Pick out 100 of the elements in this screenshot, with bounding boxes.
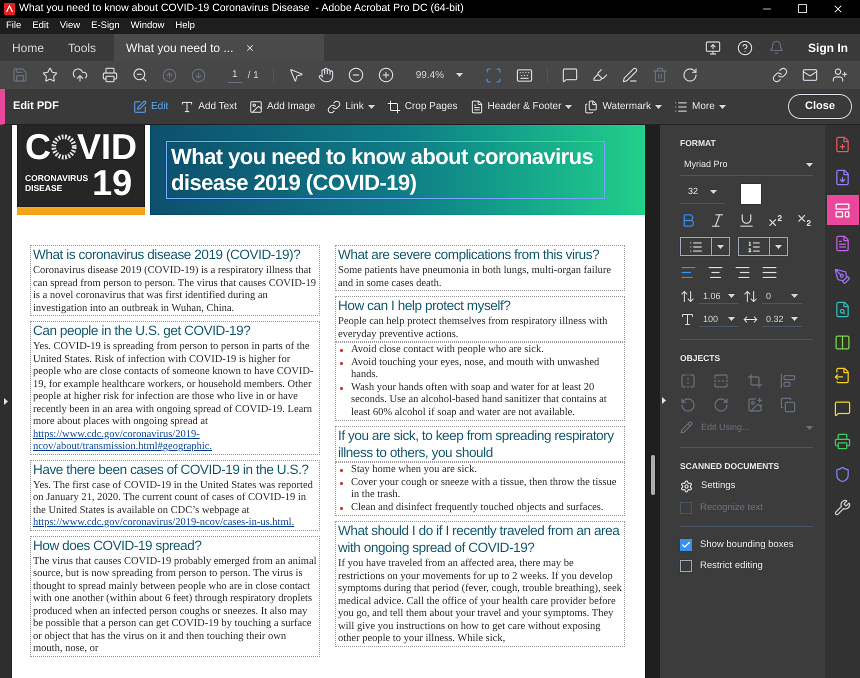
bullet-icon [340, 482, 343, 484]
logo-letter: C [25, 129, 51, 165]
link[interactable]: https://www.cdc.gov/coronavirus/2019-ncov/about/transmission.html#geographic. [33, 428, 317, 454]
spacing-dropdown[interactable]: 1.06 [699, 290, 739, 304]
section-title: OBJECTS [680, 352, 722, 365]
bullet-text: Avoid touching your eyes, nose, and mouth with unwashed hands. [351, 356, 600, 382]
bullet-text: Clean and disinfect frequently touched objects and surfaces. [351, 502, 604, 514]
bullet-icon [340, 386, 343, 390]
scrollbar[interactable] [645, 125, 660, 678]
logo-letters: VID [76, 129, 137, 165]
tab[interactable]: Tools [56, 34, 108, 61]
spacing-dropdown[interactable]: 100 [699, 312, 739, 327]
caret-icon [728, 294, 735, 298]
printer-icon [834, 432, 851, 450]
edit-tool-button[interactable]: Add Image [248, 99, 316, 114]
bullet-text: Stay home when you are sick. [351, 464, 477, 476]
edit-tool-button[interactable]: Edit [133, 99, 168, 114]
expand-arrow-icon[interactable] [4, 398, 8, 405]
spacing-dropdown[interactable]: 0.32 [762, 312, 802, 327]
caret-icon [791, 317, 798, 322]
menu-item[interactable]: Help [175, 18, 195, 34]
edit-tool-button[interactable]: Watermark [584, 99, 662, 114]
link[interactable]: https://www.cdc.gov/coronavirus/2019-ncov/cases-in-us.html. [33, 517, 317, 530]
menu-item[interactable]: Window [130, 18, 164, 34]
font-dropdown[interactable]: Myriad Pro [680, 158, 813, 176]
font-size-dropdown[interactable]: 32 [680, 185, 726, 204]
help-icon[interactable] [737, 40, 753, 56]
paragraph-spacing-icon [743, 289, 758, 304]
bullet-text: Avoid close contact with people who are sick. [351, 344, 544, 356]
hand-icon[interactable] [318, 67, 334, 83]
section-heading: How can I help protect myself? [338, 297, 512, 314]
zoom-plus-icon[interactable] [378, 67, 394, 83]
rotate-icon[interactable] [682, 67, 698, 83]
caret-icon [806, 426, 813, 430]
edit-tool-button[interactable]: Crop Pages [386, 99, 458, 114]
paragraph: Yes. The first case of COVID-19 in the United States was reported on January 21, 2020. The current count of cases of COVID-19 in the United States is available on CDC’s webpage at [33, 480, 314, 517]
keyboard-icon[interactable] [516, 66, 534, 84]
document-title[interactable]: What you need to know about coronavirus disease 2019 (COVID-19) [166, 141, 605, 199]
paragraph: If you have traveled from an affected area, there may be restrictions on your movements for up to 2 weeks. If you develop symptoms during that period (fever, cough, trouble breathing), seek medical advice. Call the office of your health care provider before you go, and tell them about your travel and your symptoms. They will give you instructions on how to get care without exposing other people to your illness. While sick, [338, 558, 622, 646]
menu-item[interactable]: E-Sign [91, 18, 120, 34]
pencil-icon [680, 421, 693, 434]
underline-icon[interactable] [738, 212, 755, 230]
sign-in-button[interactable]: Sign In [808, 38, 848, 56]
share-screen-icon[interactable] [705, 40, 721, 56]
mail-icon[interactable] [802, 67, 818, 83]
comment-icon[interactable] [562, 67, 578, 83]
app-icon [4, 3, 15, 15]
collapse-arrow-icon[interactable] [662, 397, 666, 404]
paragraph: People can help protect themselves from respiratory illness with everyday preventive actions. [338, 316, 608, 341]
star-icon[interactable] [42, 67, 58, 83]
logo-caption: CORONAVIRUS [25, 173, 88, 183]
file-plus-icon [834, 136, 851, 152]
list-dropdown[interactable] [680, 237, 730, 256]
print-icon[interactable] [102, 67, 118, 83]
page-number[interactable]: 1 [228, 67, 242, 83]
close-button[interactable]: Close [788, 94, 852, 119]
zoom-out-icon[interactable] [132, 67, 148, 83]
close-icon[interactable] [832, 3, 844, 15]
tab[interactable]: Home [0, 34, 56, 61]
caret-icon [717, 244, 724, 249]
scroll-thumb[interactable] [650, 455, 654, 495]
zoom-minus-icon[interactable] [348, 67, 364, 83]
bullet-icon [340, 362, 343, 364]
pointer-icon[interactable] [288, 67, 304, 83]
checkbox[interactable] [680, 538, 692, 551]
menu-item[interactable]: Edit [32, 18, 49, 34]
list-dropdown[interactable] [738, 237, 788, 256]
cloud-upload-icon[interactable] [72, 67, 88, 83]
settings-button[interactable]: Settings [680, 479, 813, 494]
spacing-dropdown[interactable]: 0 [762, 290, 802, 304]
section-heading: If you are sick, to keep from spreading respiratory illness to others, you should [338, 427, 615, 461]
link-icon[interactable] [772, 67, 788, 83]
section-heading: What are severe complications from this virus? [338, 246, 600, 263]
edit-tool-button[interactable]: Add Text [180, 99, 237, 114]
italic-icon[interactable] [709, 212, 726, 230]
checkbox-label: Restrict editing [700, 559, 763, 573]
edit-tool-button[interactable]: Link [327, 99, 375, 114]
tab[interactable]: What you need to ... [114, 34, 324, 61]
color-swatch[interactable] [741, 184, 762, 204]
bullet-icon [340, 349, 343, 352]
edit-tool-button[interactable]: More [674, 99, 726, 114]
menu-item[interactable]: File [6, 18, 22, 34]
horizontal-scale-icon [680, 312, 695, 328]
pen-icon[interactable] [622, 67, 638, 83]
checkbox-label: Recognize text [700, 500, 763, 514]
paragraph: Some patients have pneumonia in both lungs, multi-organ failure and in some cases death. [338, 265, 612, 290]
close-tab-icon[interactable] [245, 42, 256, 52]
fit-page-icon[interactable] [485, 66, 502, 84]
section-heading: What should I do if I recently traveled from an area with ongoing spread of COVID-19? [338, 522, 621, 556]
zoom-dropdown[interactable]: 99.4% [408, 68, 472, 82]
highlighter-icon[interactable] [592, 67, 608, 83]
section-heading: How does COVID-19 spread? [33, 536, 202, 554]
checkbox[interactable] [680, 560, 692, 572]
edit-tool-button[interactable]: Header & Footer [470, 99, 572, 114]
maximize-icon[interactable] [797, 3, 808, 14]
add-user-icon[interactable] [832, 67, 848, 83]
crop-icon [386, 100, 401, 114]
logo-number: 19 [92, 165, 132, 201]
paragraph: Yes. COVID-19 is spreading from person to person in parts of the United States. Risk of infection with COVID-19 is higher for people who are close contacts of someone known to have COVID-19, for example healthcare workers, or household members. Other people at higher risk for infection are those who live in or have recently been in an area with ongoing spread of COVID-19. Learn more about places with ongoing spread at [33, 341, 315, 428]
menu-item[interactable]: View [60, 18, 80, 34]
